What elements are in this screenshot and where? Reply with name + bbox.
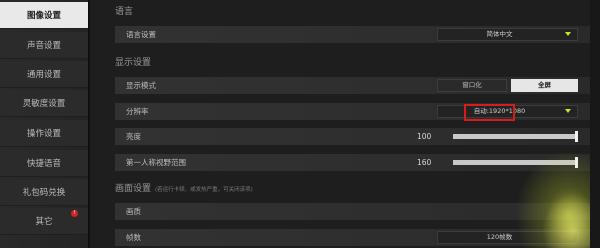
sidebar-item-label: 通用设置 <box>26 70 61 80</box>
sidebar-item-label: 声音设置 <box>26 41 61 51</box>
resolution-row: 分辨率 自动:1920*1080 <box>115 103 590 120</box>
fov-slider[interactable] <box>453 157 578 168</box>
caret-down-icon <box>565 109 571 113</box>
sidebar-divider <box>88 0 90 248</box>
fov-label: 第一人称视野范围 <box>126 158 186 167</box>
section-title-graphics-text: 画面设置 <box>115 184 152 194</box>
sidebar-item-general[interactable]: 通用设置 <box>0 61 88 88</box>
brightness-slider-fill <box>453 134 578 139</box>
right-edge <box>590 0 600 248</box>
language-dropdown[interactable]: 简体中文 <box>437 28 578 41</box>
brightness-label: 亮度 <box>126 132 141 141</box>
framerate-dropdown-value: 120帧数 <box>486 233 513 241</box>
section-title-language: 语言 <box>115 7 134 17</box>
quality-label: 画质 <box>126 207 141 216</box>
windowed-option[interactable]: 窗口化 <box>437 79 507 92</box>
section-title-display: 显示设置 <box>115 58 152 68</box>
display-mode-label: 显示模式 <box>126 81 156 90</box>
sidebar-item-label: 操作设置 <box>26 129 61 139</box>
section-title-graphics-note: (若运行卡顿、或发热严重，可关闭该项) <box>155 187 253 193</box>
sidebar-item-other[interactable]: 其它 ! <box>0 208 88 235</box>
section-title-graphics: 画面设置 (若运行卡顿、或发热严重，可关闭该项) <box>115 181 253 194</box>
brightness-row: 亮度 100 <box>115 128 590 145</box>
brightness-value: 100 <box>417 132 432 141</box>
sidebar-item-label: 礼包码兑换 <box>22 188 66 198</box>
sidebar-item-sensitivity[interactable]: 灵敏度设置 <box>0 90 88 117</box>
brightness-slider[interactable] <box>453 131 578 142</box>
quality-row: 画质 <box>115 203 590 220</box>
sidebar-item-label: 灵敏度设置 <box>22 99 66 109</box>
language-dropdown-value: 简体中文 <box>486 30 513 38</box>
framerate-row: 帧数 120帧数 <box>115 229 590 246</box>
sidebar-item-quick-voice[interactable]: 快捷语音 <box>0 150 88 177</box>
sidebar-item-controls[interactable]: 操作设置 <box>0 120 88 147</box>
caret-down-icon <box>565 32 571 36</box>
fov-row: 第一人称视野范围 160 <box>115 154 590 171</box>
sidebar-item-sound[interactable]: 声音设置 <box>0 32 88 59</box>
language-setting-label: 语言设置 <box>126 30 156 39</box>
fullscreen-option[interactable]: 全屏 <box>511 79 578 92</box>
notification-badge: ! <box>71 210 78 217</box>
sidebar-item-label: 图像设置 <box>26 11 61 21</box>
framerate-dropdown[interactable]: 120帧数 <box>437 231 578 244</box>
fov-slider-fill <box>453 160 578 165</box>
language-setting-row: 语言设置 简体中文 <box>115 26 590 43</box>
fov-value: 160 <box>417 158 432 167</box>
sidebar-item-graphics[interactable]: 图像设置 <box>0 2 88 29</box>
brightness-slider-thumb[interactable] <box>575 131 578 142</box>
display-mode-row: 显示模式 窗口化 全屏 <box>115 77 590 94</box>
highlight-box <box>464 104 515 121</box>
fov-slider-thumb[interactable] <box>575 157 578 168</box>
settings-sidebar: 图像设置 声音设置 通用设置 灵敏度设置 操作设置 快捷语音 礼包码兑换 其它 … <box>0 0 88 248</box>
sidebar-item-label: 其它 <box>35 217 53 227</box>
resolution-label: 分辨率 <box>126 107 149 116</box>
sidebar-item-label: 快捷语音 <box>26 159 61 169</box>
framerate-label: 帧数 <box>126 233 141 242</box>
sidebar-item-gift-code[interactable]: 礼包码兑换 <box>0 179 88 206</box>
